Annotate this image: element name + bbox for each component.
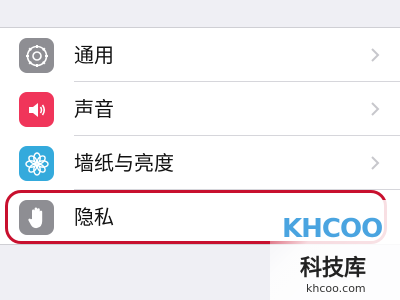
watermark-url: khcoo.com — [306, 282, 366, 295]
settings-item-sound[interactable]: 声音 — [0, 82, 400, 136]
flower-icon — [19, 146, 54, 181]
settings-item-general[interactable]: 通用 — [0, 28, 400, 82]
chevron-right-icon — [366, 97, 384, 121]
settings-item-label: 隐私 — [74, 205, 114, 229]
settings-item-wallpaper[interactable]: 墙纸与亮度 — [0, 136, 400, 190]
chevron-right-icon — [366, 43, 384, 67]
settings-item-label: 墙纸与亮度 — [74, 151, 174, 175]
settings-item-label: 通用 — [74, 43, 114, 67]
watermark-logo: KHCOO — [282, 214, 383, 244]
chevron-right-icon — [366, 151, 384, 175]
hand-icon — [19, 200, 54, 235]
settings-item-label: 声音 — [74, 97, 114, 121]
gear-icon — [19, 38, 54, 73]
speaker-icon — [19, 92, 54, 127]
top-spacer — [0, 0, 400, 28]
watermark-name: 科技库 — [300, 256, 367, 281]
